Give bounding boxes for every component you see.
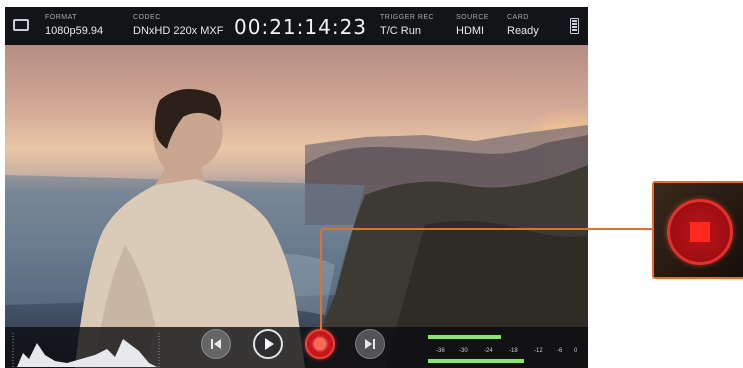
source-value: HDMI (456, 25, 485, 37)
scale-tick: 0 (574, 348, 578, 354)
scale-tick: -12 (534, 348, 543, 354)
card-label: CARD (507, 14, 529, 21)
scale-tick: -6 (557, 348, 563, 354)
record-zoom-callout (652, 181, 743, 279)
trigger-rec-value: T/C Run (380, 25, 421, 37)
scale-tick: -18 (509, 348, 518, 354)
play-button[interactable] (253, 329, 283, 359)
audio-meter-ch2 (428, 359, 524, 363)
histogram (12, 333, 160, 367)
stop-icon (690, 222, 710, 242)
record-button[interactable] (305, 329, 335, 359)
format-label: FORMAT (45, 14, 78, 21)
source-label: SOURCE (456, 14, 489, 21)
status-bar: FORMAT 1080p59.94 CODEC DNxHD 220x MXF 0… (5, 7, 588, 46)
record-icon (314, 338, 326, 350)
scale-tick: -24 (484, 348, 493, 354)
format-field[interactable]: FORMAT 1080p59.94 (45, 14, 103, 38)
monitor-icon[interactable] (13, 19, 29, 31)
scale-tick: -36 (436, 348, 445, 354)
audio-meter-ch1 (428, 335, 501, 339)
audio-meters: -36 -30 -24 -18 -12 -6 0 (426, 331, 586, 367)
skip-forward-button[interactable] (355, 329, 385, 359)
card-value: Ready (507, 25, 539, 37)
skip-back-icon (211, 339, 221, 349)
codec-value: DNxHD 220x MXF (133, 25, 224, 37)
play-icon (265, 338, 274, 350)
source-field[interactable]: SOURCE HDMI (456, 14, 489, 38)
codec-label: CODEC (133, 14, 161, 21)
skip-forward-icon (365, 339, 375, 349)
stop-button-zoomed (667, 199, 733, 265)
format-value: 1080p59.94 (45, 25, 104, 37)
timecode-display[interactable]: 00:21:14:23 (234, 15, 367, 39)
battery-icon[interactable] (570, 18, 579, 34)
trigger-rec-label: TRIGGER REC (380, 14, 435, 21)
callout-connector (320, 228, 656, 330)
scale-tick: -30 (459, 348, 468, 354)
codec-field[interactable]: CODEC DNxHD 220x MXF (133, 14, 223, 38)
trigger-rec-field[interactable]: TRIGGER REC T/C Run (380, 14, 434, 38)
skip-back-button[interactable] (201, 329, 231, 359)
card-field[interactable]: CARD Ready (507, 14, 539, 38)
